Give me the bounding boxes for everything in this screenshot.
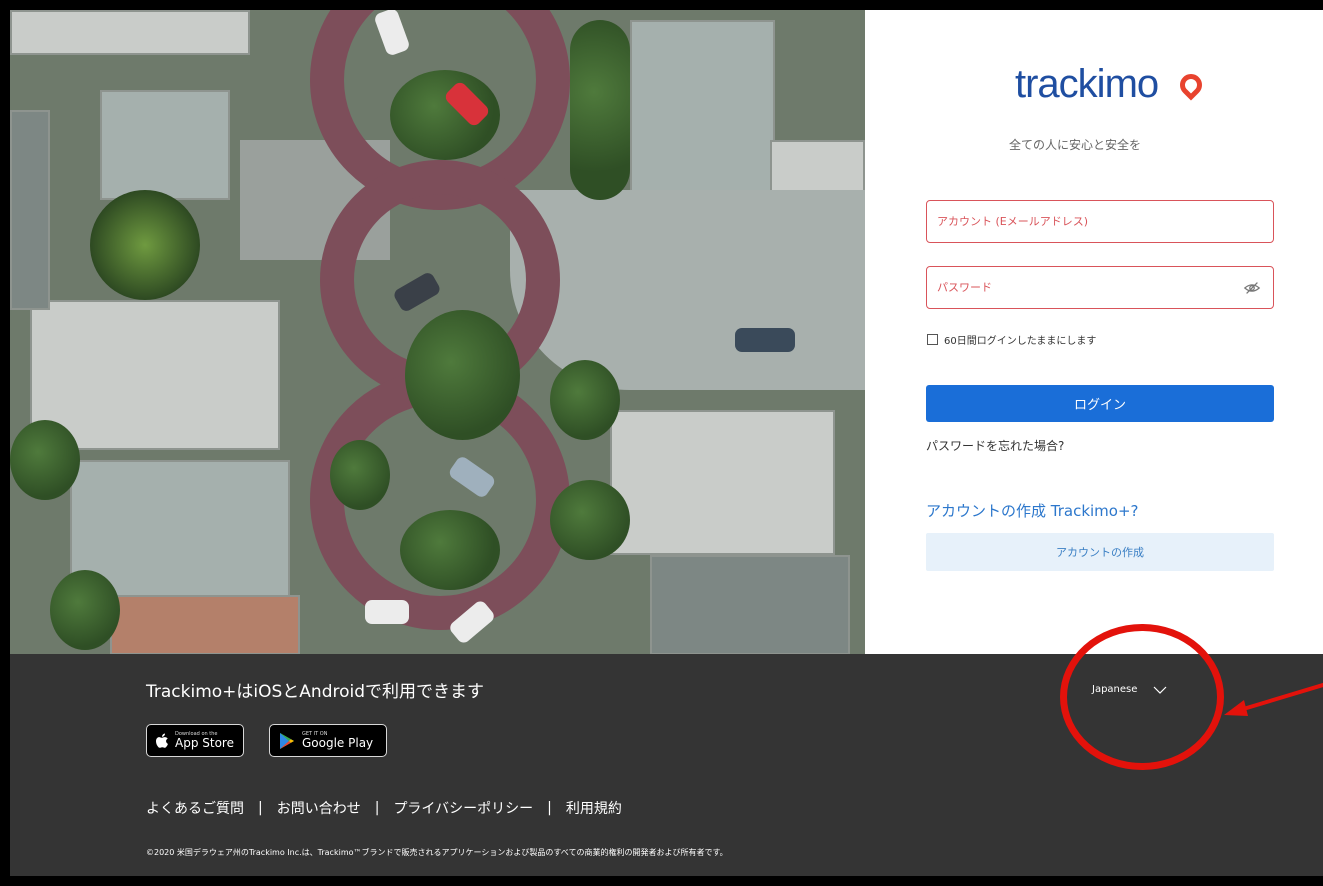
password-field[interactable] — [926, 266, 1274, 309]
remember-checkbox[interactable] — [927, 334, 938, 345]
app-store-label: App Store — [175, 736, 234, 750]
login-button[interactable]: ログイン — [926, 385, 1274, 422]
google-play-label: Google Play — [302, 736, 374, 750]
app-store-badge[interactable]: Download on the App Store — [146, 724, 244, 757]
account-email-input[interactable] — [927, 201, 1217, 241]
privacy-policy-link[interactable]: プライバシーポリシー — [393, 798, 533, 818]
remember-me[interactable]: 60日間ログインしたままにします — [927, 332, 1096, 347]
annotation-circle — [1060, 624, 1224, 770]
contact-link[interactable]: お問い合わせ — [277, 798, 361, 818]
hero-aerial-photo — [10, 10, 865, 654]
apple-icon — [156, 733, 168, 748]
forgot-password-link[interactable]: パスワードを忘れた場合? — [926, 437, 1064, 454]
link-separator: | — [547, 800, 552, 816]
trackimo-logo: trackimo — [1015, 62, 1215, 112]
footer-links: よくあるご質問 | お問い合わせ | プライバシーポリシー | 利用規約 — [146, 798, 622, 818]
google-play-icon — [280, 732, 294, 749]
location-pin-icon — [1175, 69, 1207, 101]
login-panel: trackimo 全ての人に安心と安全を 60日間ログインしたままにします ログ… — [865, 10, 1323, 654]
availability-text: Trackimo+はiOSとAndroidで利用できます — [146, 682, 485, 702]
annotation-arrow-icon — [1224, 682, 1323, 716]
create-account-prompt: アカウントの作成 Trackimo+? — [926, 502, 1139, 520]
terms-link[interactable]: 利用規約 — [566, 798, 622, 818]
password-input[interactable] — [927, 267, 1217, 307]
copyright-text: ©2020 米国デラウェア州のTrackimo Inc.は、Trackimo™ブ… — [146, 848, 728, 857]
link-separator: | — [258, 800, 263, 816]
link-separator: | — [374, 800, 380, 816]
google-play-badge[interactable]: GET IT ON Google Play — [269, 724, 387, 757]
create-account-button[interactable]: アカウントの作成 — [926, 533, 1274, 571]
logo-text: trackimo — [1015, 62, 1159, 106]
tagline: 全ての人に安心と安全を — [1009, 138, 1142, 152]
faq-link[interactable]: よくあるご質問 — [146, 798, 244, 818]
account-email-field[interactable] — [926, 200, 1274, 243]
page-frame: trackimo 全ての人に安心と安全を 60日間ログインしたままにします ログ… — [10, 10, 1323, 876]
eye-hidden-icon[interactable] — [1243, 279, 1261, 297]
remember-label: 60日間ログインしたままにします — [944, 336, 1097, 347]
